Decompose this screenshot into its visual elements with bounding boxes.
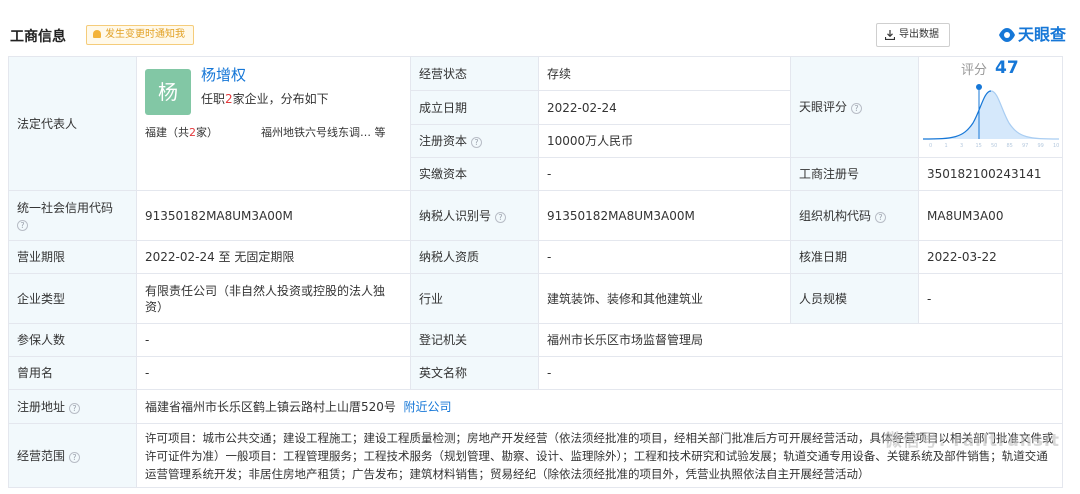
approve-date-value: 2022-03-22 xyxy=(918,240,1063,274)
reg-no-label: 工商注册号 xyxy=(790,157,919,191)
paid-capital-value: - xyxy=(538,157,791,191)
industry-value: 建筑装饰、装修和其他建筑业 xyxy=(538,273,791,324)
org-code-label-cell: 组织机构代码? xyxy=(790,190,919,241)
address-value: 福建省福州市长乐区鹤上镇云路村上山厝520号 xyxy=(145,399,396,414)
tyscore-label-cell: 天眼评分? xyxy=(790,56,919,158)
logo-text: 天眼查 xyxy=(1017,25,1066,44)
status-value: 存续 xyxy=(538,56,791,91)
avatar: 杨 xyxy=(145,68,191,115)
approve-date-label: 核准日期 xyxy=(790,240,919,274)
en-name-value: - xyxy=(538,356,1063,390)
address-label: 注册地址 xyxy=(17,399,66,414)
reg-capital-label: 注册资本 xyxy=(419,134,468,148)
authority-value: 福州市长乐区市场监督管理局 xyxy=(538,323,1063,357)
score-tick-label: 97 xyxy=(1022,143,1028,149)
taxpayer-id-label-cell: 纳税人识别号? xyxy=(410,190,539,241)
reg-capital-label-cell: 注册资本? xyxy=(410,124,539,158)
taxpayer-id-label: 纳税人识别号 xyxy=(419,208,492,223)
help-icon[interactable]: ? xyxy=(471,137,483,148)
staff-label: 人员规模 xyxy=(790,273,919,324)
score-tick-label: 0 xyxy=(929,143,932,149)
credit-code-value: 91350182MA8UM3A00M xyxy=(136,190,411,241)
insured-value: - xyxy=(136,323,411,357)
score-label: 评分 xyxy=(961,63,988,78)
address-label-cell: 注册地址? xyxy=(8,389,137,424)
help-icon[interactable]: ? xyxy=(875,211,887,223)
credit-code-label: 统一社会信用代码 xyxy=(17,200,114,215)
export-label: 导出数据 xyxy=(899,29,939,40)
former-name-label: 曾用名 xyxy=(8,356,137,390)
watermark: 微信号: railtransit xyxy=(884,431,1060,451)
help-icon[interactable]: ? xyxy=(17,219,28,231)
type-label: 企业类型 xyxy=(8,273,137,324)
legal-rep-label: 法定代表人 xyxy=(8,56,137,191)
reg-no-value: 350182100243141 xyxy=(918,157,1063,191)
tyscore-label: 天眼评分 xyxy=(799,100,848,114)
export-data-button[interactable]: 导出数据 xyxy=(876,23,950,47)
paid-capital-label: 实缴资本 xyxy=(410,157,539,191)
score-distribution-chart: 0 1 3 15 50 85 97 99 100 xyxy=(923,84,1059,149)
score-tick-label: 100 xyxy=(1053,143,1059,149)
score-marker xyxy=(976,84,982,90)
section-title: 工商信息 xyxy=(10,29,66,45)
type-value: 有限责任公司（非自然人投资或控股的法人独资） xyxy=(136,273,411,324)
founded-value: 2022-02-24 xyxy=(538,90,791,125)
notify-change-button[interactable]: 发生变更时通知我 xyxy=(86,25,194,45)
score-tick-label: 1 xyxy=(945,143,948,149)
nearby-companies-link[interactable]: 附近公司 xyxy=(404,400,452,414)
legal-rep-positions: 任职2家企业，分布如下 xyxy=(201,91,329,106)
credit-code-label-cell: 统一社会信用代码? xyxy=(8,190,137,241)
score-tick-label: 15 xyxy=(976,143,982,149)
score-cell[interactable]: 评分 47 0 1 3 15 50 85 97 99 100 xyxy=(918,56,1063,158)
en-name-label: 英文名称 xyxy=(410,356,539,390)
reg-capital-value: 10000万人民币 xyxy=(538,124,791,158)
help-icon[interactable]: ? xyxy=(69,451,81,463)
founded-label: 成立日期 xyxy=(410,90,539,125)
legal-rep-name[interactable]: 杨增权 xyxy=(201,67,246,83)
insured-label: 参保人数 xyxy=(8,323,137,357)
industry-label: 行业 xyxy=(410,273,539,324)
business-info-table: 法定代表人 杨 杨增权 任职2家企业，分布如下 福建（共2家） 福州地铁六号线东… xyxy=(8,56,1063,488)
score-tick-label: 99 xyxy=(1038,143,1044,149)
score-tick-label: 50 xyxy=(991,143,997,149)
score-tick-label: 3 xyxy=(960,143,963,149)
status-label: 经营状态 xyxy=(410,56,539,91)
org-code-label: 组织机构代码 xyxy=(799,208,872,223)
taxpayer-qual-label: 纳税人资质 xyxy=(410,240,539,274)
help-icon[interactable]: ? xyxy=(495,211,507,223)
taxpayer-id-value: 91350182MA8UM3A00M xyxy=(538,190,791,241)
score-tick-label: 85 xyxy=(1007,143,1013,149)
download-icon xyxy=(885,30,895,40)
legal-rep-project[interactable]: 福州地铁六号线东调… 等 xyxy=(261,125,386,141)
former-name-value: - xyxy=(136,356,411,390)
address-cell: 福建省福州市长乐区鹤上镇云路村上山厝520号 附近公司 xyxy=(136,389,1063,424)
scope-label-cell: 经营范围? xyxy=(8,423,137,488)
term-label: 营业期限 xyxy=(8,240,137,274)
section-header: 工商信息 发生变更时通知我 导出数据 天眼查 xyxy=(8,20,1066,50)
staff-value: - xyxy=(918,273,1063,324)
notify-label: 发生变更时通知我 xyxy=(105,29,185,40)
legal-rep-cell: 杨 杨增权 任职2家企业，分布如下 福建（共2家） 福州地铁六号线东调… 等 xyxy=(136,56,411,191)
term-value: 2022-02-24 至 无固定期限 xyxy=(136,240,411,274)
bell-icon xyxy=(93,30,101,38)
org-code-value: MA8UM3A00 xyxy=(918,190,1063,241)
legal-rep-region[interactable]: 福建（共2家） xyxy=(145,125,218,141)
help-icon[interactable]: ? xyxy=(69,402,81,414)
score-value: 47 xyxy=(995,58,1019,78)
help-icon[interactable]: ? xyxy=(851,103,863,114)
taxpayer-qual-value: - xyxy=(538,240,791,274)
tianyancha-logo: 天眼查 xyxy=(998,23,1066,47)
scope-label: 经营范围 xyxy=(17,448,66,463)
eye-logo-icon xyxy=(998,28,1015,42)
authority-label: 登记机关 xyxy=(410,323,539,357)
